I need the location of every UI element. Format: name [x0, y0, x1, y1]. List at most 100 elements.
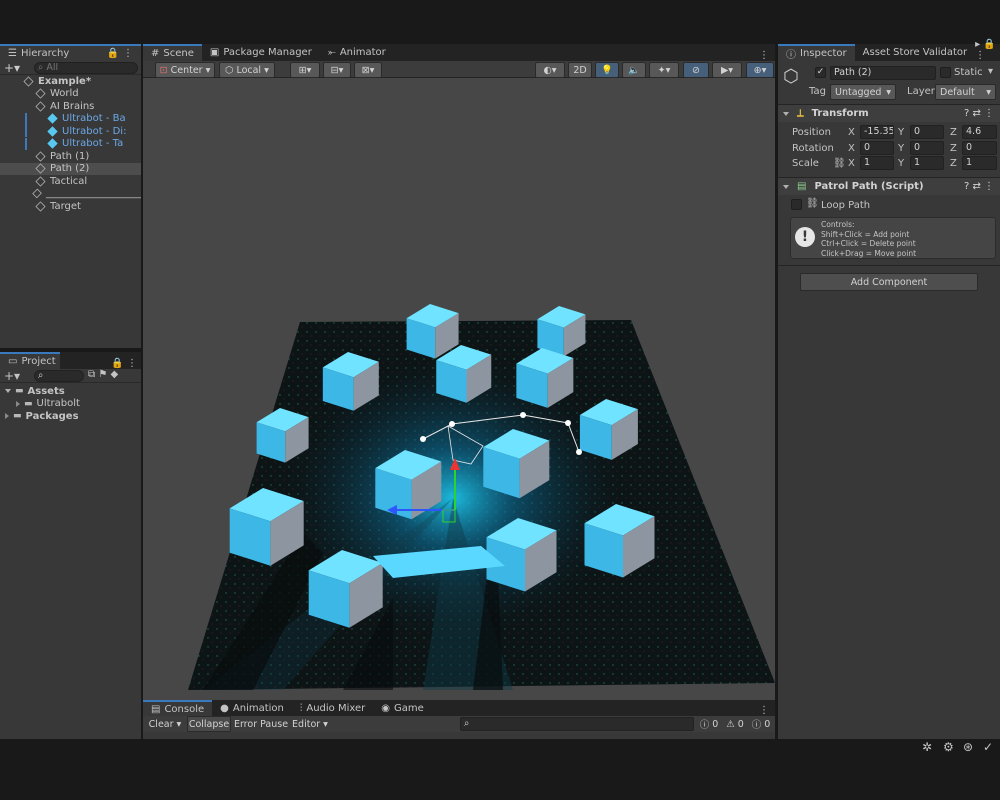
hierarchy-item[interactable]: Ultrabot - Ba [0, 112, 141, 125]
static-checkbox[interactable] [940, 67, 951, 78]
create-plus-icon[interactable]: +▾ [4, 369, 20, 383]
axis-label-y[interactable]: Y [898, 158, 904, 169]
effects-button[interactable]: ✦▾ [649, 62, 679, 78]
tab-animator[interactable]: ⤜ Animator [320, 44, 394, 61]
lighting-toggle-button[interactable]: 💡 [595, 62, 619, 78]
tab-scene[interactable]: # Scene [143, 44, 202, 61]
loop-path-checkbox[interactable] [791, 199, 802, 210]
error-pause-button[interactable]: Error Pause [233, 716, 289, 732]
tab-project[interactable]: ▭ Project [0, 352, 60, 369]
tab-hierarchy[interactable]: ☰ Hierarchy 🔒 ⋮ [0, 44, 141, 61]
console-tab[interactable]: ▤ Console [143, 700, 213, 716]
warning-count-toggle[interactable]: ⚠ 0 [723, 716, 747, 732]
clear-button[interactable]: Clear ▾ [143, 716, 187, 732]
console-search-input[interactable]: ⌕ [460, 717, 694, 731]
axis-label-z[interactable]: Z [950, 158, 957, 169]
hierarchy-item[interactable]: World [0, 88, 141, 100]
foldout-arrow-icon[interactable] [16, 400, 20, 407]
position-z-field[interactable]: 4.6 [962, 125, 997, 139]
component-actions-icon[interactable]: ? ⇄ ⋮ [964, 181, 994, 192]
object-name-field[interactable]: Path (2) [830, 66, 936, 80]
active-checkbox[interactable]: ✓ [815, 67, 826, 78]
rotation-z-field[interactable]: 0 [962, 141, 997, 155]
component-actions-icon[interactable]: ? ⇄ ⋮ [964, 108, 994, 119]
layer-dropdown[interactable]: Default ▾ [935, 84, 996, 100]
tab-inspector[interactable]: ⓘ Inspector [778, 44, 855, 61]
hierarchy-item[interactable]: ___________________ [0, 188, 141, 200]
pivot-dropdown[interactable]: ⊡ Center ▾ [155, 62, 215, 78]
editor-dropdown[interactable]: Editor ▾ [290, 716, 330, 732]
toggle-2d-button[interactable]: 2D [568, 62, 592, 78]
axis-label-x[interactable]: X [848, 158, 855, 169]
scene-viewport[interactable] [143, 78, 775, 700]
info-count-toggle[interactable]: ⓘ 0 [697, 716, 721, 732]
patrol-path-header[interactable]: ▤ Patrol Path (Script) ? ⇄ ⋮ [778, 177, 1000, 195]
tab-asset-store-validator[interactable]: Asset Store Validator [855, 44, 976, 61]
hierarchy-item[interactable]: Example* [0, 75, 141, 87]
tab-package-manager[interactable]: ▣ Package Manager [202, 44, 320, 61]
hierarchy-item[interactable]: Ultrabot - Di: [0, 125, 141, 137]
hierarchy-item[interactable]: Path (2) [0, 162, 141, 175]
hierarchy-item[interactable]: Target [0, 200, 141, 212]
hierarchy-item[interactable]: Path (1) [0, 150, 141, 162]
console-tab-label: Game [394, 702, 424, 714]
rotation-x-field[interactable]: 0 [860, 141, 894, 155]
create-plus-icon[interactable]: +▾ [4, 61, 20, 75]
hierarchy-item[interactable]: AI Brains [0, 100, 141, 112]
cache-icon[interactable]: ⊛ [963, 740, 973, 754]
audio-toggle-button[interactable]: 🔈 [622, 62, 646, 78]
foldout-arrow-icon[interactable] [5, 389, 11, 393]
hierarchy-search-input[interactable]: ⌕ All [34, 62, 138, 74]
project-item[interactable]: ▬ Packages [0, 410, 141, 422]
position-y-field[interactable]: 0 [910, 125, 944, 139]
console-tab[interactable]: ⫶ Audio Mixer [292, 700, 373, 716]
panel-menu-icon[interactable]: ⋮ [759, 705, 769, 716]
gizmos-button[interactable]: ⊕▾ [746, 62, 774, 78]
scale-z-field[interactable]: 1 [962, 156, 997, 170]
console-tab[interactable]: ◉ Game [373, 700, 432, 716]
tag-dropdown[interactable]: Untagged ▾ [830, 84, 896, 100]
scale-x-field[interactable]: 1 [860, 156, 894, 170]
axis-label-x[interactable]: X [848, 143, 855, 154]
panel-menu-icon[interactable]: ⋮ [759, 50, 769, 61]
game-icon: ◉ [381, 702, 390, 714]
lock-icon[interactable]: 🔒 ⋮ [111, 358, 137, 369]
axis-label-y[interactable]: Y [898, 127, 904, 138]
project-search-input[interactable]: ⌕ [34, 370, 84, 382]
add-component-button[interactable]: Add Component [800, 273, 978, 291]
error-count-toggle[interactable]: ⓘ 0 [749, 716, 773, 732]
snap-increment-button[interactable]: ⊟▾ [323, 62, 351, 78]
hierarchy-item[interactable]: Ultrabot - Ta [0, 137, 141, 150]
axis-label-y[interactable]: Y [898, 143, 904, 154]
axis-label-z[interactable]: Z [950, 127, 957, 138]
console-log-area[interactable] [143, 732, 775, 739]
project-item[interactable]: ▬ Ultrabolt [0, 398, 141, 410]
hierarchy-panel: +▾ ⌕ All Example* World AI Brains Ultrabot … [0, 61, 141, 348]
collapse-button[interactable]: Collapse [187, 716, 231, 732]
lock-icon[interactable]: 🔒 [107, 48, 119, 59]
axis-label-x[interactable]: X [848, 127, 855, 138]
rotation-y-field[interactable]: 0 [910, 141, 944, 155]
axis-label-z[interactable]: Z [950, 143, 957, 154]
chevron-down-icon[interactable]: ▾ [988, 66, 993, 77]
position-x-field[interactable]: -15.35 [860, 125, 894, 139]
check-circle-icon[interactable]: ✓ [983, 740, 993, 754]
progress-icon[interactable]: ⚙ [943, 740, 954, 754]
bug-icon[interactable]: ✲ [922, 740, 932, 754]
grid-visibility-button[interactable]: ⊠▾ [354, 62, 382, 78]
lock-icon[interactable]: ▸ 🔒 ⋮ [975, 39, 996, 61]
space-dropdown[interactable]: ⬡ Local ▾ [219, 62, 275, 78]
constrain-scale-link-icon[interactable]: ⛓ [833, 158, 846, 169]
scale-y-field[interactable]: 1 [910, 156, 944, 170]
panel-menu-icon[interactable]: ⋮ [123, 48, 133, 59]
scene-visibility-button[interactable]: ⊘ [683, 62, 709, 78]
hierarchy-item[interactable]: Tactical [0, 175, 141, 187]
project-item[interactable]: ▬ Assets [0, 385, 141, 397]
foldout-arrow-icon[interactable] [5, 413, 9, 419]
console-tab[interactable]: ● Animation [212, 700, 292, 716]
camera-settings-button[interactable]: ▶▾ [712, 62, 742, 78]
grid-snap-button[interactable]: ⊞▾ [290, 62, 320, 78]
filter-icons[interactable]: ⧉ ⚑ ◆ [88, 369, 118, 380]
transform-header[interactable]: ⟂ Transform ? ⇄ ⋮ [778, 104, 1000, 122]
draw-mode-button[interactable]: ◐▾ [535, 62, 565, 78]
